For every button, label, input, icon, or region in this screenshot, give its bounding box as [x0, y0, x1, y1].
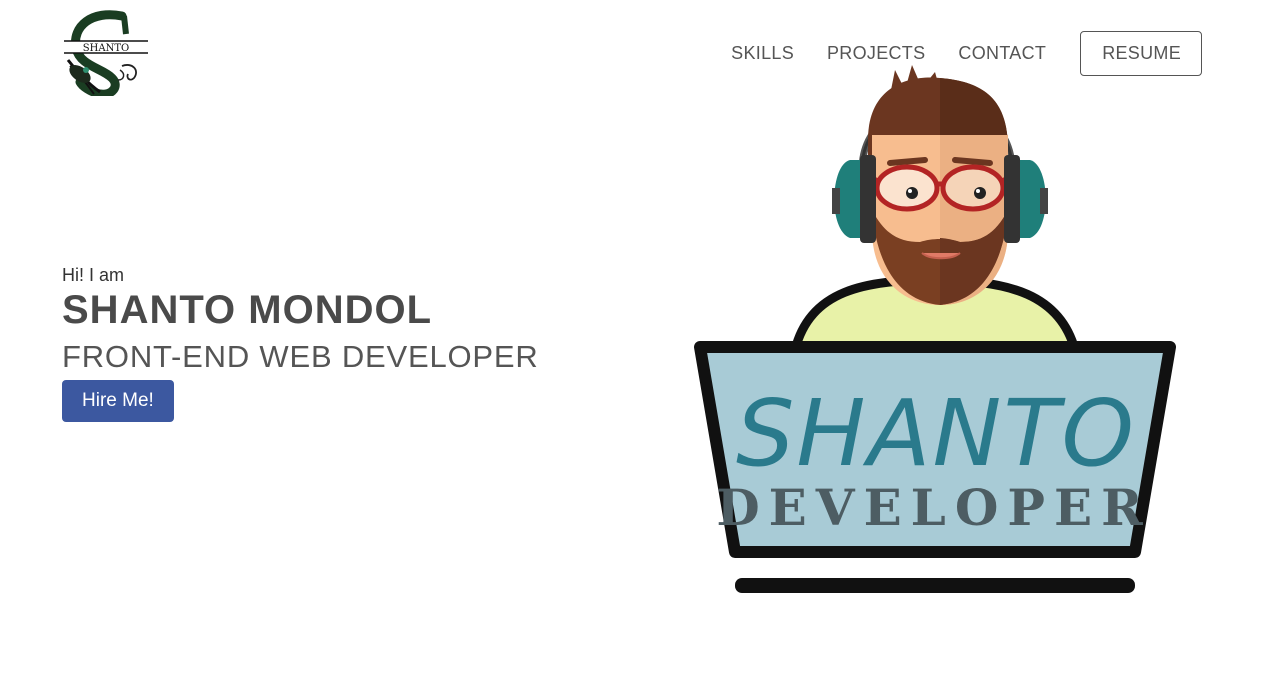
developer-illustration: SHANTO DEVELOPER	[690, 60, 1180, 600]
laptop-title: SHANTO	[736, 380, 1136, 487]
hero-section: Hi! I am SHANTO MONDOL FRONT-END WEB DEV…	[62, 265, 539, 422]
logo-text: SHANTO	[83, 43, 129, 54]
developer-avatar-icon: SHANTO DEVELOPER	[694, 65, 1176, 593]
hire-me-button[interactable]: Hire Me!	[62, 380, 174, 422]
site-logo[interactable]: SHANTO	[62, 8, 150, 99]
hero-greeting: Hi! I am	[62, 265, 125, 285]
page: SHANTO SKILLS PROJECTS CONTACT RESUME Hi…	[0, 0, 1263, 686]
laptop-subtitle: DEVELOPER	[716, 478, 1151, 537]
logo-emblem-icon: SHANTO	[64, 10, 148, 99]
hero-name: SHANTO MONDOL	[62, 288, 433, 332]
hero-role: FRONT-END WEB DEVELOPER	[62, 339, 539, 374]
